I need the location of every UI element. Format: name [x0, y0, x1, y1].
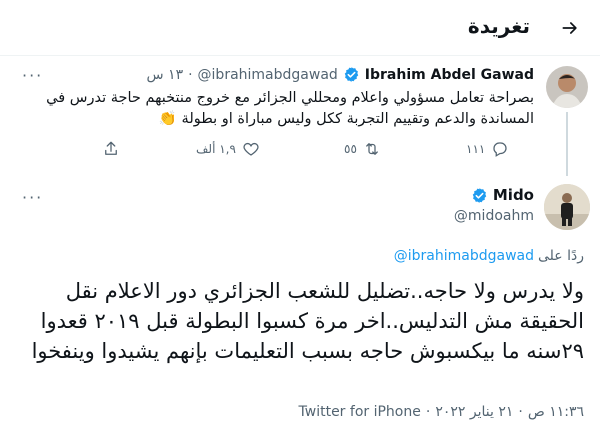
heart-icon	[243, 142, 259, 156]
like-button[interactable]: ١,٩ ألف	[196, 140, 260, 158]
page-title: تغريدة	[467, 14, 530, 38]
reply-count: ١١١	[466, 142, 486, 156]
replying-to-label: ردًا على	[538, 248, 584, 264]
verified-badge-icon	[471, 187, 488, 204]
more-options-button[interactable]: ···	[22, 188, 43, 207]
tweet-timestamp: ١١:٣٦ ص · ٢١ يناير ٢٠٢٢ · Twitter for iP…	[299, 404, 584, 420]
tweet-time[interactable]: ١١:٣٦ ص	[528, 404, 584, 420]
share-icon	[105, 141, 117, 155]
reply-icon	[493, 142, 507, 157]
retweet-button[interactable]: ٥٥	[344, 140, 381, 158]
author-name[interactable]: Ibrahim Abdel Gawad	[365, 67, 534, 83]
original-tweet-actions: ١١١ ٥٥ ١,٩ ألف	[0, 140, 600, 164]
reply-tweet-text: ولا يدرس ولا حاجه..تضليل للشعب الجزائري …	[31, 279, 584, 363]
replying-to-mention[interactable]: @ibrahimabdgawad	[394, 248, 534, 264]
separator-dot: ·	[188, 66, 193, 83]
like-count: ١,٩ ألف	[196, 142, 236, 156]
tweet-date[interactable]: ٢١ يناير ٢٠٢٢	[435, 404, 513, 420]
avatar-mido[interactable]	[544, 184, 590, 230]
reply-button[interactable]: ١١١	[466, 140, 509, 158]
retweet-count: ٥٥	[344, 142, 357, 156]
separator-dot: ·	[425, 404, 431, 420]
reply-author-row: Mido	[471, 186, 534, 204]
share-button[interactable]	[102, 140, 120, 158]
separator-dot: ·	[518, 404, 523, 420]
top-bar: تغريدة	[0, 0, 600, 56]
replying-to: ردًا على @ibrahimabdgawad	[394, 248, 584, 264]
reply-author-handle[interactable]: @midoahm	[454, 208, 534, 224]
avatar-ibrahim[interactable]	[546, 66, 588, 108]
more-options-button[interactable]: ···	[22, 66, 43, 85]
original-tweet-text: بصراحة تعامل مسؤولي واعلام ومحللي الجزائ…	[46, 90, 534, 127]
tweet-source[interactable]: Twitter for iPhone	[299, 404, 421, 420]
reply-author-name[interactable]: Mido	[493, 186, 534, 204]
author-handle[interactable]: @ibrahimabdgawad	[198, 67, 338, 83]
arrow-right-icon	[562, 22, 577, 34]
original-tweet-meta: Ibrahim Abdel Gawad @ibrahimabdgawad · ١…	[147, 66, 535, 83]
verified-badge-icon	[343, 66, 360, 83]
tweet-time[interactable]: ١٣ س	[147, 67, 184, 83]
retweet-icon	[366, 143, 378, 155]
back-button[interactable]	[556, 14, 584, 42]
